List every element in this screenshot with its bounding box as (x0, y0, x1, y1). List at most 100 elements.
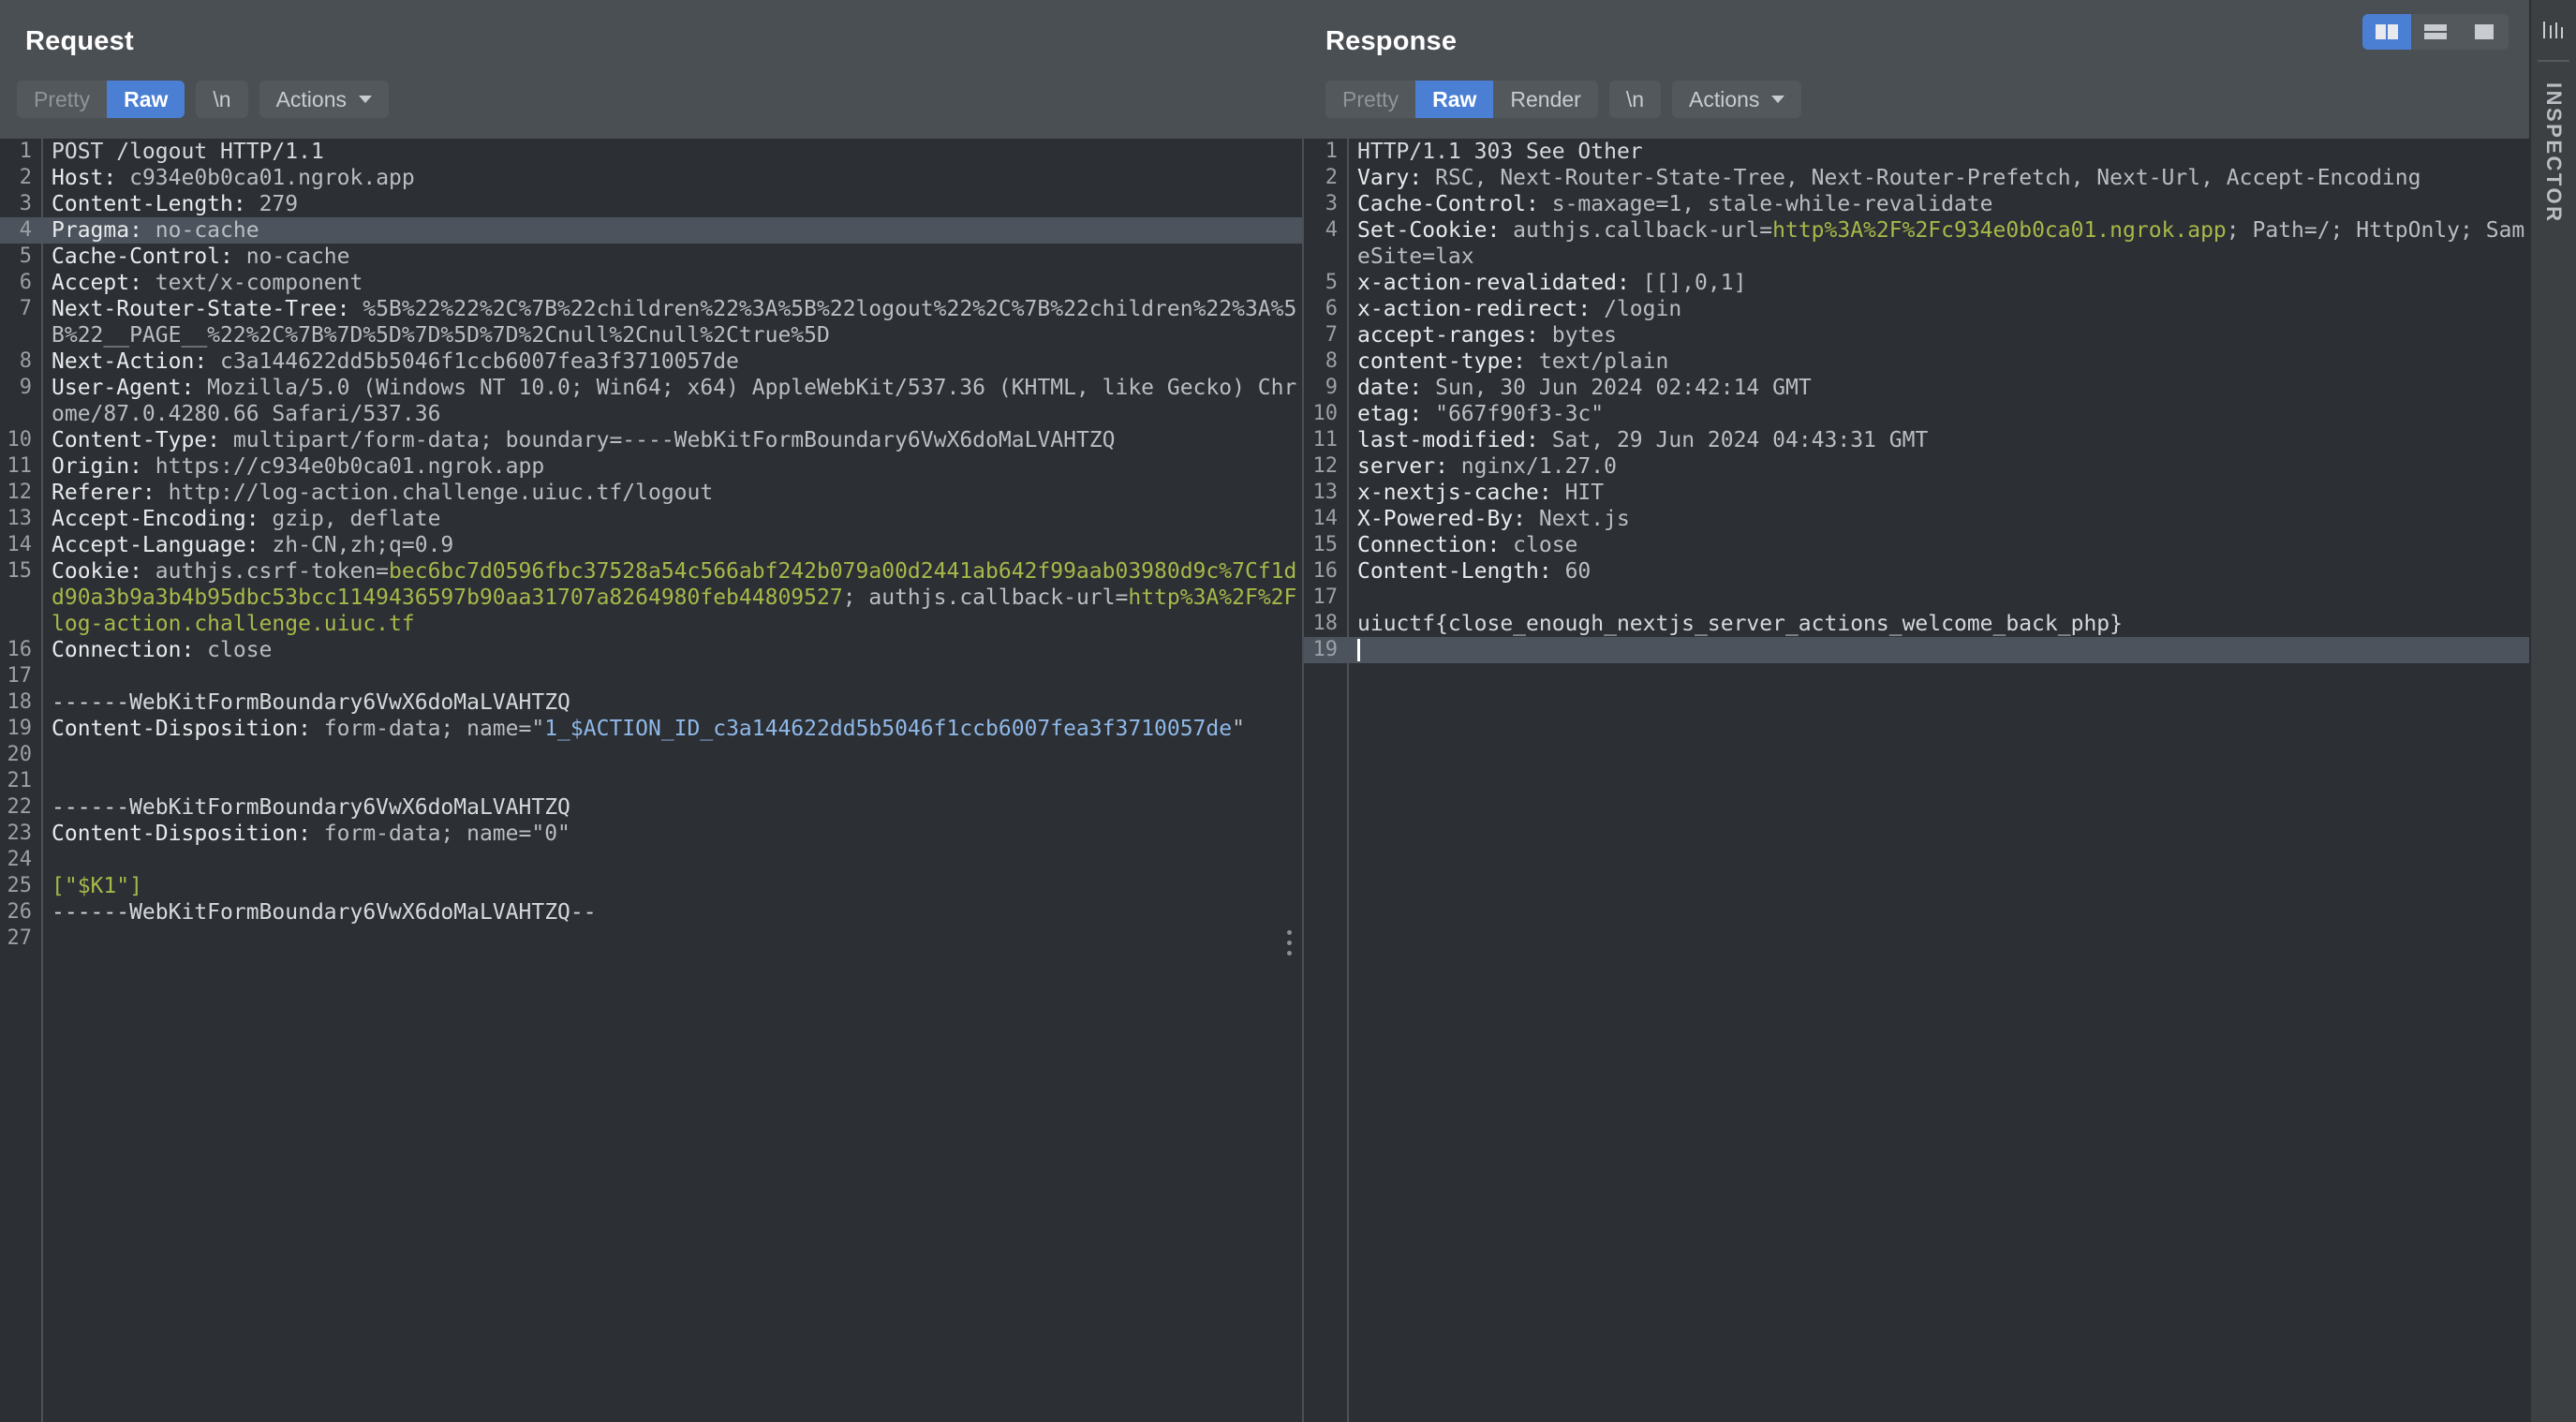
line-text[interactable]: Accept: text/x-component (41, 270, 1302, 296)
code-line[interactable]: 1POST /logout HTTP/1.1 (0, 139, 1302, 165)
code-line[interactable]: 6x-action-redirect: /login (1304, 296, 2529, 322)
line-text[interactable]: date: Sun, 30 Jun 2024 02:42:14 GMT (1347, 375, 2529, 401)
line-text[interactable]: ------WebKitFormBoundary6VwX6doMaLVAHTZQ (41, 794, 1302, 821)
line-text[interactable]: x-action-revalidated: [[],0,1] (1347, 270, 2529, 296)
code-line[interactable]: 25["$K1"] (0, 873, 1302, 899)
code-line[interactable]: 20 (0, 742, 1302, 768)
line-text[interactable]: ------WebKitFormBoundary6VwX6doMaLVAHTZQ… (41, 899, 1302, 926)
line-text[interactable] (41, 926, 1302, 952)
code-line[interactable]: 12Referer: http://log-action.challenge.u… (0, 480, 1302, 506)
response-newline-toggle[interactable]: \n (1609, 81, 1661, 118)
code-line[interactable]: 15Cookie: authjs.csrf-token=bec6bc7d0596… (0, 558, 1302, 637)
code-line[interactable]: 15Connection: close (1304, 532, 2529, 558)
stacked-layout-button[interactable] (2411, 14, 2460, 50)
code-line[interactable]: 1HTTP/1.1 303 See Other (1304, 139, 2529, 165)
code-line[interactable]: 11last-modified: Sat, 29 Jun 2024 04:43:… (1304, 427, 2529, 453)
code-line[interactable]: 3Content-Length: 279 (0, 191, 1302, 217)
single-pane-layout-button[interactable] (2460, 14, 2509, 50)
code-line[interactable]: 10Content-Type: multipart/form-data; bou… (0, 427, 1302, 453)
line-text[interactable]: Cookie: authjs.csrf-token=bec6bc7d0596fb… (41, 558, 1302, 637)
line-text[interactable]: Pragma: no-cache (41, 217, 1302, 244)
code-line[interactable]: 23Content-Disposition: form-data; name="… (0, 821, 1302, 847)
code-line[interactable]: 19 (1304, 637, 2529, 663)
line-text[interactable]: Origin: https://c934e0b0ca01.ngrok.app (41, 453, 1302, 480)
line-text[interactable]: Cache-Control: s-maxage=1, stale-while-r… (1347, 191, 2529, 217)
code-line[interactable]: 13x-nextjs-cache: HIT (1304, 480, 2529, 506)
line-text[interactable] (41, 847, 1302, 873)
code-line[interactable]: 3Cache-Control: s-maxage=1, stale-while-… (1304, 191, 2529, 217)
line-text[interactable]: Referer: http://log-action.challenge.uiu… (41, 480, 1302, 506)
inspector-rail[interactable]: INSPECTOR (2529, 0, 2576, 1422)
line-text[interactable]: x-action-redirect: /login (1347, 296, 2529, 322)
line-text[interactable]: uiuctf{close_enough_nextjs_server_action… (1347, 611, 2529, 637)
code-line[interactable]: 5Cache-Control: no-cache (0, 244, 1302, 270)
response-code-lines[interactable]: 1HTTP/1.1 303 See Other2Vary: RSC, Next-… (1304, 139, 2529, 1422)
code-line[interactable]: 11Origin: https://c934e0b0ca01.ngrok.app (0, 453, 1302, 480)
code-line[interactable]: 10etag: "667f90f3-3c" (1304, 401, 2529, 427)
code-line[interactable]: 18uiuctf{close_enough_nextjs_server_acti… (1304, 611, 2529, 637)
line-text[interactable]: POST /logout HTTP/1.1 (41, 139, 1302, 165)
code-line[interactable]: 4Pragma: no-cache (0, 217, 1302, 244)
code-line[interactable]: 9date: Sun, 30 Jun 2024 02:42:14 GMT (1304, 375, 2529, 401)
line-text[interactable] (41, 768, 1302, 794)
code-line[interactable]: 4Set-Cookie: authjs.callback-url=http%3A… (1304, 217, 2529, 270)
code-line[interactable]: 14Accept-Language: zh-CN,zh;q=0.9 (0, 532, 1302, 558)
line-text[interactable]: Content-Type: multipart/form-data; bound… (41, 427, 1302, 453)
line-text[interactable] (41, 663, 1302, 689)
line-text[interactable]: x-nextjs-cache: HIT (1347, 480, 2529, 506)
line-text[interactable]: X-Powered-By: Next.js (1347, 506, 2529, 532)
response-raw-tab[interactable]: Raw (1415, 81, 1493, 118)
request-newline-toggle[interactable]: \n (196, 81, 247, 118)
line-text[interactable]: Content-Length: 279 (41, 191, 1302, 217)
code-line[interactable]: 27 (0, 926, 1302, 952)
pane-resize-handle[interactable] (1287, 930, 1293, 961)
code-line[interactable]: 16Connection: close (0, 637, 1302, 663)
code-line[interactable]: 22------WebKitFormBoundary6VwX6doMaLVAHT… (0, 794, 1302, 821)
code-line[interactable]: 2Host: c934e0b0ca01.ngrok.app (0, 165, 1302, 191)
code-line[interactable]: 8Next-Action: c3a144622dd5b5046f1ccb6007… (0, 348, 1302, 375)
line-text[interactable]: User-Agent: Mozilla/5.0 (Windows NT 10.0… (41, 375, 1302, 427)
code-line[interactable]: 14X-Powered-By: Next.js (1304, 506, 2529, 532)
code-line[interactable]: 17 (1304, 585, 2529, 611)
code-line[interactable]: 7accept-ranges: bytes (1304, 322, 2529, 348)
request-code-lines[interactable]: 1POST /logout HTTP/1.12Host: c934e0b0ca0… (0, 139, 1302, 1422)
code-line[interactable]: 16Content-Length: 60 (1304, 558, 2529, 585)
response-render-tab[interactable]: Render (1493, 81, 1597, 118)
line-text[interactable]: last-modified: Sat, 29 Jun 2024 04:43:31… (1347, 427, 2529, 453)
line-text[interactable]: Accept-Language: zh-CN,zh;q=0.9 (41, 532, 1302, 558)
line-text[interactable]: Vary: RSC, Next-Router-State-Tree, Next-… (1347, 165, 2529, 191)
line-text[interactable]: HTTP/1.1 303 See Other (1347, 139, 2529, 165)
code-line[interactable]: 5x-action-revalidated: [[],0,1] (1304, 270, 2529, 296)
line-text[interactable]: accept-ranges: bytes (1347, 322, 2529, 348)
code-line[interactable]: 13Accept-Encoding: gzip, deflate (0, 506, 1302, 532)
line-text[interactable]: ------WebKitFormBoundary6VwX6doMaLVAHTZQ (41, 689, 1302, 716)
side-by-side-layout-button[interactable] (2362, 14, 2411, 50)
code-line[interactable]: 18------WebKitFormBoundary6VwX6doMaLVAHT… (0, 689, 1302, 716)
line-text[interactable]: Set-Cookie: authjs.callback-url=http%3A%… (1347, 217, 2529, 270)
line-text[interactable]: Next-Action: c3a144622dd5b5046f1ccb6007f… (41, 348, 1302, 375)
line-text[interactable]: etag: "667f90f3-3c" (1347, 401, 2529, 427)
line-text[interactable]: content-type: text/plain (1347, 348, 2529, 375)
code-line[interactable]: 12server: nginx/1.27.0 (1304, 453, 2529, 480)
code-line[interactable]: 8content-type: text/plain (1304, 348, 2529, 375)
code-line[interactable]: 21 (0, 768, 1302, 794)
code-line[interactable]: 9User-Agent: Mozilla/5.0 (Windows NT 10.… (0, 375, 1302, 427)
request-editor[interactable]: 1POST /logout HTTP/1.12Host: c934e0b0ca0… (0, 139, 1302, 1422)
line-text[interactable]: Connection: close (41, 637, 1302, 663)
line-text[interactable]: Cache-Control: no-cache (41, 244, 1302, 270)
response-pretty-tab[interactable]: Pretty (1325, 81, 1415, 118)
code-line[interactable]: 19Content-Disposition: form-data; name="… (0, 716, 1302, 742)
code-line[interactable]: 17 (0, 663, 1302, 689)
line-text[interactable] (41, 742, 1302, 768)
line-text[interactable]: Content-Disposition: form-data; name="1_… (41, 716, 1302, 742)
code-line[interactable]: 24 (0, 847, 1302, 873)
response-editor[interactable]: 1HTTP/1.1 303 See Other2Vary: RSC, Next-… (1302, 139, 2529, 1422)
line-text[interactable]: Content-Disposition: form-data; name="0" (41, 821, 1302, 847)
line-text[interactable]: Host: c934e0b0ca01.ngrok.app (41, 165, 1302, 191)
inspector-toggle[interactable] (2531, 0, 2576, 60)
line-text[interactable]: Content-Length: 60 (1347, 558, 2529, 585)
line-text[interactable]: Next-Router-State-Tree: %5B%22%22%2C%7B%… (41, 296, 1302, 348)
code-line[interactable]: 2Vary: RSC, Next-Router-State-Tree, Next… (1304, 165, 2529, 191)
response-actions-menu[interactable]: Actions (1672, 81, 1801, 118)
code-line[interactable]: 26------WebKitFormBoundary6VwX6doMaLVAHT… (0, 899, 1302, 926)
